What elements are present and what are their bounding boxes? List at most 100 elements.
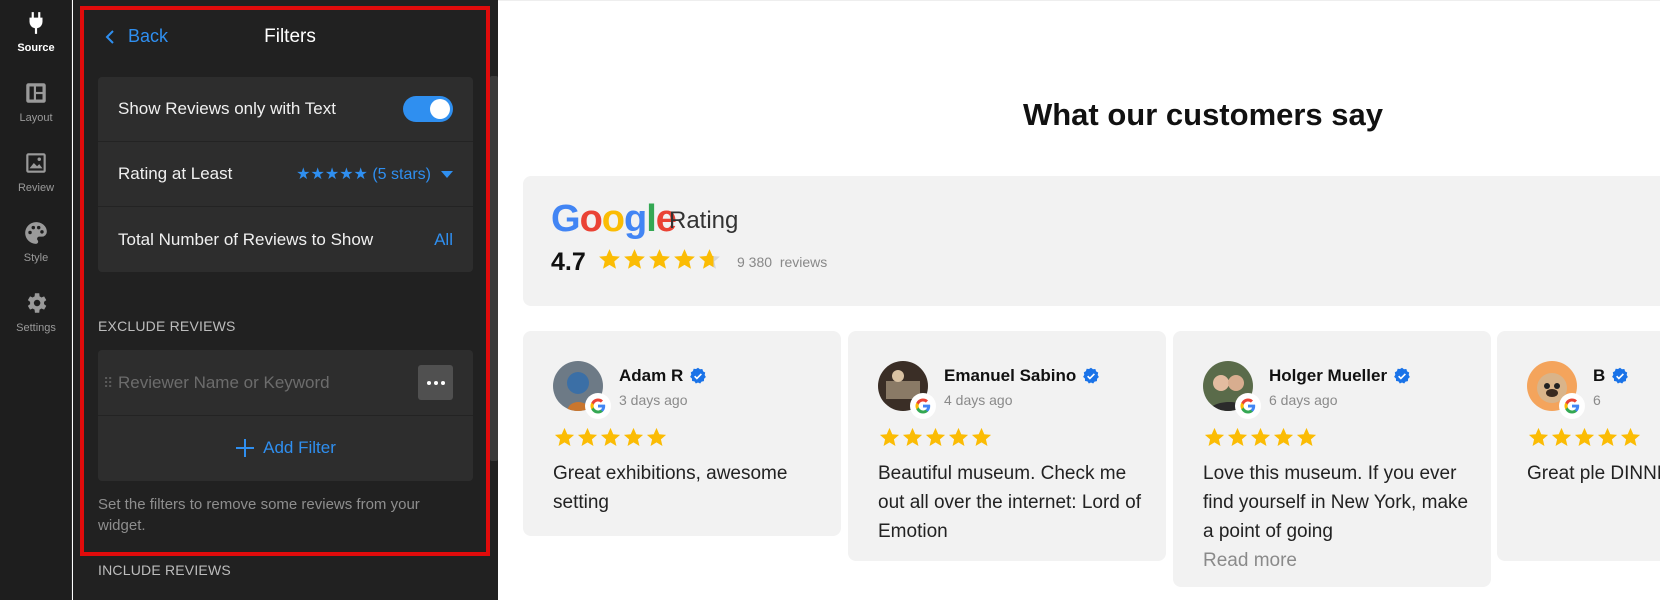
rail-item-review[interactable]: Review — [0, 140, 72, 210]
review-stars — [878, 426, 993, 449]
star-icon — [1273, 427, 1294, 447]
exclude-filter-row: ⠿ — [98, 350, 473, 416]
review-card: Adam R 3 days ago Great exhibitions, aweso… — [523, 331, 841, 536]
filter-options-card: Show Reviews only with Text Rating at Le… — [98, 77, 473, 272]
panel-title: Filters — [264, 26, 316, 47]
star-icon — [674, 249, 695, 269]
rating-at-least-select[interactable]: ★★★★★ (5 stars) — [296, 164, 453, 184]
review-body: Great ple DINNER Chicago. — [1527, 463, 1660, 484]
star-icon — [971, 427, 992, 447]
rail-item-settings[interactable]: Settings — [0, 280, 72, 350]
review-card: Emanuel Sabino 4 days ago Beautiful museum… — [848, 331, 1166, 561]
read-more-link[interactable]: Read more — [1203, 550, 1297, 571]
google-badge — [1235, 393, 1261, 419]
reviewer-keyword-input[interactable] — [118, 372, 398, 393]
rail-label: Style — [23, 252, 49, 264]
dot — [440, 380, 445, 385]
reviewer-name[interactable]: B — [1593, 366, 1629, 386]
reviewer-avatar — [553, 361, 611, 419]
rail-item-layout[interactable]: Layout — [0, 70, 72, 140]
star-icon — [1250, 427, 1271, 447]
rating-at-least-row: Rating at Least ★★★★★ (5 stars) — [98, 142, 473, 207]
review-text: Beautiful museum. Check me out all over … — [878, 459, 1148, 546]
star-icon — [1574, 427, 1595, 447]
rail-item-style[interactable]: Style — [0, 210, 72, 280]
include-reviews-heading: INCLUDE REVIEWS — [98, 562, 231, 578]
star-icon — [1227, 427, 1248, 447]
star-icon — [649, 249, 670, 269]
add-filter-button[interactable]: Add Filter — [98, 416, 473, 480]
panel-scrollbar[interactable] — [490, 76, 498, 461]
total-reviews-value[interactable]: All — [434, 230, 453, 250]
reviewer-name-text: Holger Mueller — [1269, 366, 1388, 385]
rating-label: Rating — [669, 207, 739, 234]
review-card: Holger Mueller 6 days ago Love this museum… — [1173, 331, 1491, 587]
review-date: 6 — [1593, 392, 1601, 408]
toggle-knob — [430, 99, 450, 119]
exclude-reviews-heading: EXCLUDE REVIEWS — [98, 318, 236, 334]
dot — [426, 380, 431, 385]
reviewer-name[interactable]: Adam R — [619, 366, 707, 386]
review-body: Great exhibitions, awesome setting — [553, 463, 788, 513]
total-reviews-label: Total Number of Reviews to Show — [118, 229, 374, 249]
sidebar-rail: Source Layout Review Style Settings — [0, 0, 72, 600]
review-text: Great exhibitions, awesome setting — [553, 459, 823, 517]
add-filter-label: Add Filter — [263, 438, 336, 457]
reviewer-avatar — [878, 361, 936, 419]
review-stars — [553, 426, 668, 449]
more-options-button[interactable] — [418, 365, 453, 400]
review-card: B 6 Great ple DINNER Chicago. — [1497, 331, 1660, 561]
review-stars — [1527, 426, 1642, 449]
drag-handle-icon[interactable]: ⠿ — [103, 375, 113, 392]
google-g-icon — [590, 398, 606, 414]
review-text: Love this museum. If you ever find yours… — [1203, 459, 1473, 575]
reviewer-name[interactable]: Emanuel Sabino — [944, 366, 1100, 386]
rating-count-number: 9 380 — [737, 254, 773, 270]
caret-down-icon — [441, 170, 453, 178]
google-badge — [585, 393, 611, 419]
star-icon — [554, 427, 575, 447]
reviewer-name-text: Adam R — [619, 366, 684, 385]
review-stars — [1203, 426, 1318, 449]
layout-icon — [26, 83, 46, 103]
widget-headline: What our customers say — [1022, 97, 1384, 132]
review-date: 4 days ago — [944, 392, 1013, 408]
widget-preview: What our customers say Google Rating 4.7… — [498, 0, 1660, 600]
verified-badge-icon — [690, 367, 707, 384]
google-g-icon — [1240, 398, 1256, 414]
google-logo: Google — [551, 198, 677, 240]
reviewer-name[interactable]: Holger Mueller — [1269, 366, 1411, 386]
filters-hint: Set the filters to remove some reviews f… — [98, 496, 420, 534]
rail-label: Review — [17, 182, 55, 194]
verified-badge-icon — [1612, 367, 1629, 384]
star-icon — [623, 427, 644, 447]
review-body: Beautiful museum. Check me out all over … — [878, 463, 1141, 542]
review-date: 6 days ago — [1269, 392, 1338, 408]
rating-at-least-value: ★★★★★ (5 stars) — [296, 166, 431, 183]
star-icon — [1528, 427, 1549, 447]
star-icon — [948, 427, 969, 447]
star-icon — [1620, 427, 1641, 447]
star-icon — [1204, 427, 1225, 447]
star-icon — [599, 249, 620, 269]
star-icon — [624, 249, 645, 269]
rating-score: 4.7 — [551, 248, 586, 276]
star-icon — [577, 427, 598, 447]
star-icon — [646, 427, 667, 447]
reviewer-name-text: B — [1593, 366, 1606, 385]
gear-icon — [27, 293, 47, 313]
rating-count-suffix: reviews — [779, 254, 828, 270]
rating-at-least-label: Rating at Least — [118, 164, 233, 183]
google-g-icon — [915, 398, 931, 414]
star-icon — [1551, 427, 1572, 447]
exclude-reviews-card: ⠿ Add Filter — [98, 350, 473, 481]
review-text: Great ple DINNER Chicago. — [1527, 459, 1660, 488]
show-text-only-label: Show Reviews only with Text — [118, 99, 336, 118]
star-icon — [699, 249, 720, 269]
star-icon — [925, 427, 946, 447]
show-text-only-toggle[interactable] — [403, 96, 453, 122]
rating-stars — [597, 247, 722, 272]
google-badge — [1559, 393, 1585, 419]
google-g-icon — [1564, 398, 1580, 414]
star-icon — [902, 427, 923, 447]
